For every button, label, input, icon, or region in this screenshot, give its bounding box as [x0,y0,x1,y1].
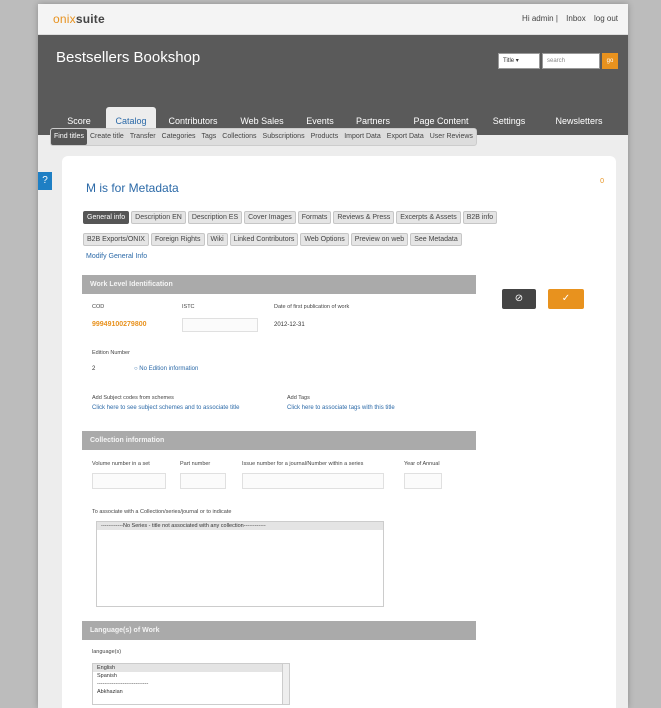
tab-description-es[interactable]: Description ES [187,211,243,224]
series-listbox[interactable]: ------------No Series - title not associ… [96,521,384,607]
subject-schemes-link[interactable]: Click here to see subject schemes and to… [92,405,239,411]
tab-preview-on-web[interactable]: Preview on web [350,233,409,246]
language-scrollbar[interactable] [282,664,289,704]
language-option[interactable]: Spanish [93,672,289,680]
tab-general-info[interactable]: General info [83,211,130,224]
tab-formats[interactable]: Formats [297,211,332,224]
tab-b2b-exports[interactable]: B2B Exports/ONIX [83,233,149,246]
cod-label: COD [92,304,105,310]
tags-label: Add Tags [287,395,310,401]
language-label: language(s) [92,649,122,655]
associate-label: To associate with a Collection/series/jo… [92,509,232,515]
logo[interactable]: onixsuite [53,12,105,26]
issue-field[interactable] [242,473,384,489]
work-level-heading: Work Level Identification [82,275,476,294]
search-bar: Title ▾ search go [498,53,618,69]
year-field[interactable] [404,473,442,489]
subnav-tags[interactable]: Tags [199,129,220,145]
issue-label: Issue number for a journal/Number within… [242,461,364,467]
logo-suffix: suite [75,12,105,26]
nav-settings[interactable]: Settings [486,107,532,135]
volume-field[interactable] [92,473,166,489]
search-input[interactable]: search [542,53,600,69]
header: Bestsellers Bookshop Title ▾ search go S… [38,35,628,135]
date-label: Date of first publication of work [274,304,350,310]
language-option[interactable]: English [93,664,289,672]
work-level-panel: Work Level Identification COD ISTC Date … [82,275,476,423]
volume-label: Volume number in a set [92,461,150,467]
tab-foreign-rights[interactable]: Foreign Rights [150,233,205,246]
subnav-find-titles[interactable]: Find titles [51,129,87,145]
subnav-user-reviews[interactable]: User Reviews [427,129,476,145]
main-content: M is for Metadata 0 General info Descript… [62,156,616,708]
tab-b2b-info[interactable]: B2B info [462,211,498,224]
logo-prefix: onix [53,12,76,26]
language-listbox[interactable]: English Spanish ------------------------… [92,663,290,705]
subnav-transfer[interactable]: Transfer [127,129,159,145]
subnav-products[interactable]: Products [308,129,342,145]
tab-cover-images[interactable]: Cover Images [244,211,296,224]
collection-heading: Collection information [82,431,476,450]
part-label: Part number [180,461,211,467]
title-tabs: General info Description EN Description ES… [83,206,553,250]
tab-see-metadata[interactable]: See Metadata [410,233,462,246]
app-window: onixsuite Hi admin | Inbox log out Bests… [38,4,628,708]
tab-web-options[interactable]: Web Options [300,233,349,246]
subnav-categories[interactable]: Categories [159,129,199,145]
subject-label: Add Subject codes from schemes [92,395,174,401]
tab-reviews-press[interactable]: Reviews & Press [333,211,395,224]
tab-wiki[interactable]: Wiki [206,233,228,246]
modify-general-info-link[interactable]: Modify General Info [86,253,147,260]
top-bar: onixsuite Hi admin | Inbox log out [38,4,628,35]
page-title: M is for Metadata [86,181,179,195]
tab-description-en[interactable]: Description EN [131,211,186,224]
associate-tags-link[interactable]: Click here to associate tags with this t… [287,405,395,411]
subnav-export-data[interactable]: Export Data [384,129,427,145]
inbox-link[interactable]: Inbox [566,14,586,23]
save-button[interactable]: ✓ [548,289,584,309]
subnav-import-data[interactable]: Import Data [341,129,384,145]
part-field[interactable] [180,473,226,489]
year-label: Year of Annual [404,461,440,467]
series-option[interactable]: ------------No Series - title not associ… [97,522,383,530]
date-value: 2012-12-31 [274,322,305,328]
search-go-button[interactable]: go [602,53,618,69]
search-type-select[interactable]: Title ▾ [498,53,540,69]
no-edition-label: No Edition information [139,366,199,372]
subnav-create-title[interactable]: Create title [87,129,127,145]
no-edition-option[interactable]: ○ No Edition information [134,366,198,372]
language-heading: Language(s) of Work [82,621,476,640]
logout-link[interactable]: log out [594,14,618,23]
greeting: Hi admin | [522,14,558,23]
istc-field[interactable] [182,318,258,332]
cod-value: 99949100279800 [92,321,147,328]
edition-label: Edition Number [92,350,130,356]
tab-excerpts-assets[interactable]: Excerpts & Assets [396,211,461,224]
subnav-subscriptions[interactable]: Subscriptions [260,129,308,145]
istc-label: ISTC [182,304,195,310]
language-panel: Language(s) of Work language(s) English … [82,621,476,708]
search-type-value: Title [503,58,515,64]
counter-badge: 0 [600,178,604,185]
shop-title: Bestsellers Bookshop [56,49,201,66]
language-option[interactable]: Abkhazian [93,688,289,696]
help-icon[interactable]: ? [38,172,52,190]
edition-value: 2 [92,366,96,372]
cancel-button[interactable]: ⊘ [502,289,536,309]
language-option[interactable]: ---------------------------- [93,680,289,688]
nav-newsletters[interactable]: Newsletters [542,107,616,135]
subnav-collections[interactable]: Collections [219,129,259,145]
tab-linked-contributors[interactable]: Linked Contributors [229,233,299,246]
sub-nav: Find titles Create title Transfer Catego… [50,128,477,146]
user-links: Hi admin | Inbox log out [516,14,618,23]
collection-panel: Collection information Volume number in … [82,431,476,609]
